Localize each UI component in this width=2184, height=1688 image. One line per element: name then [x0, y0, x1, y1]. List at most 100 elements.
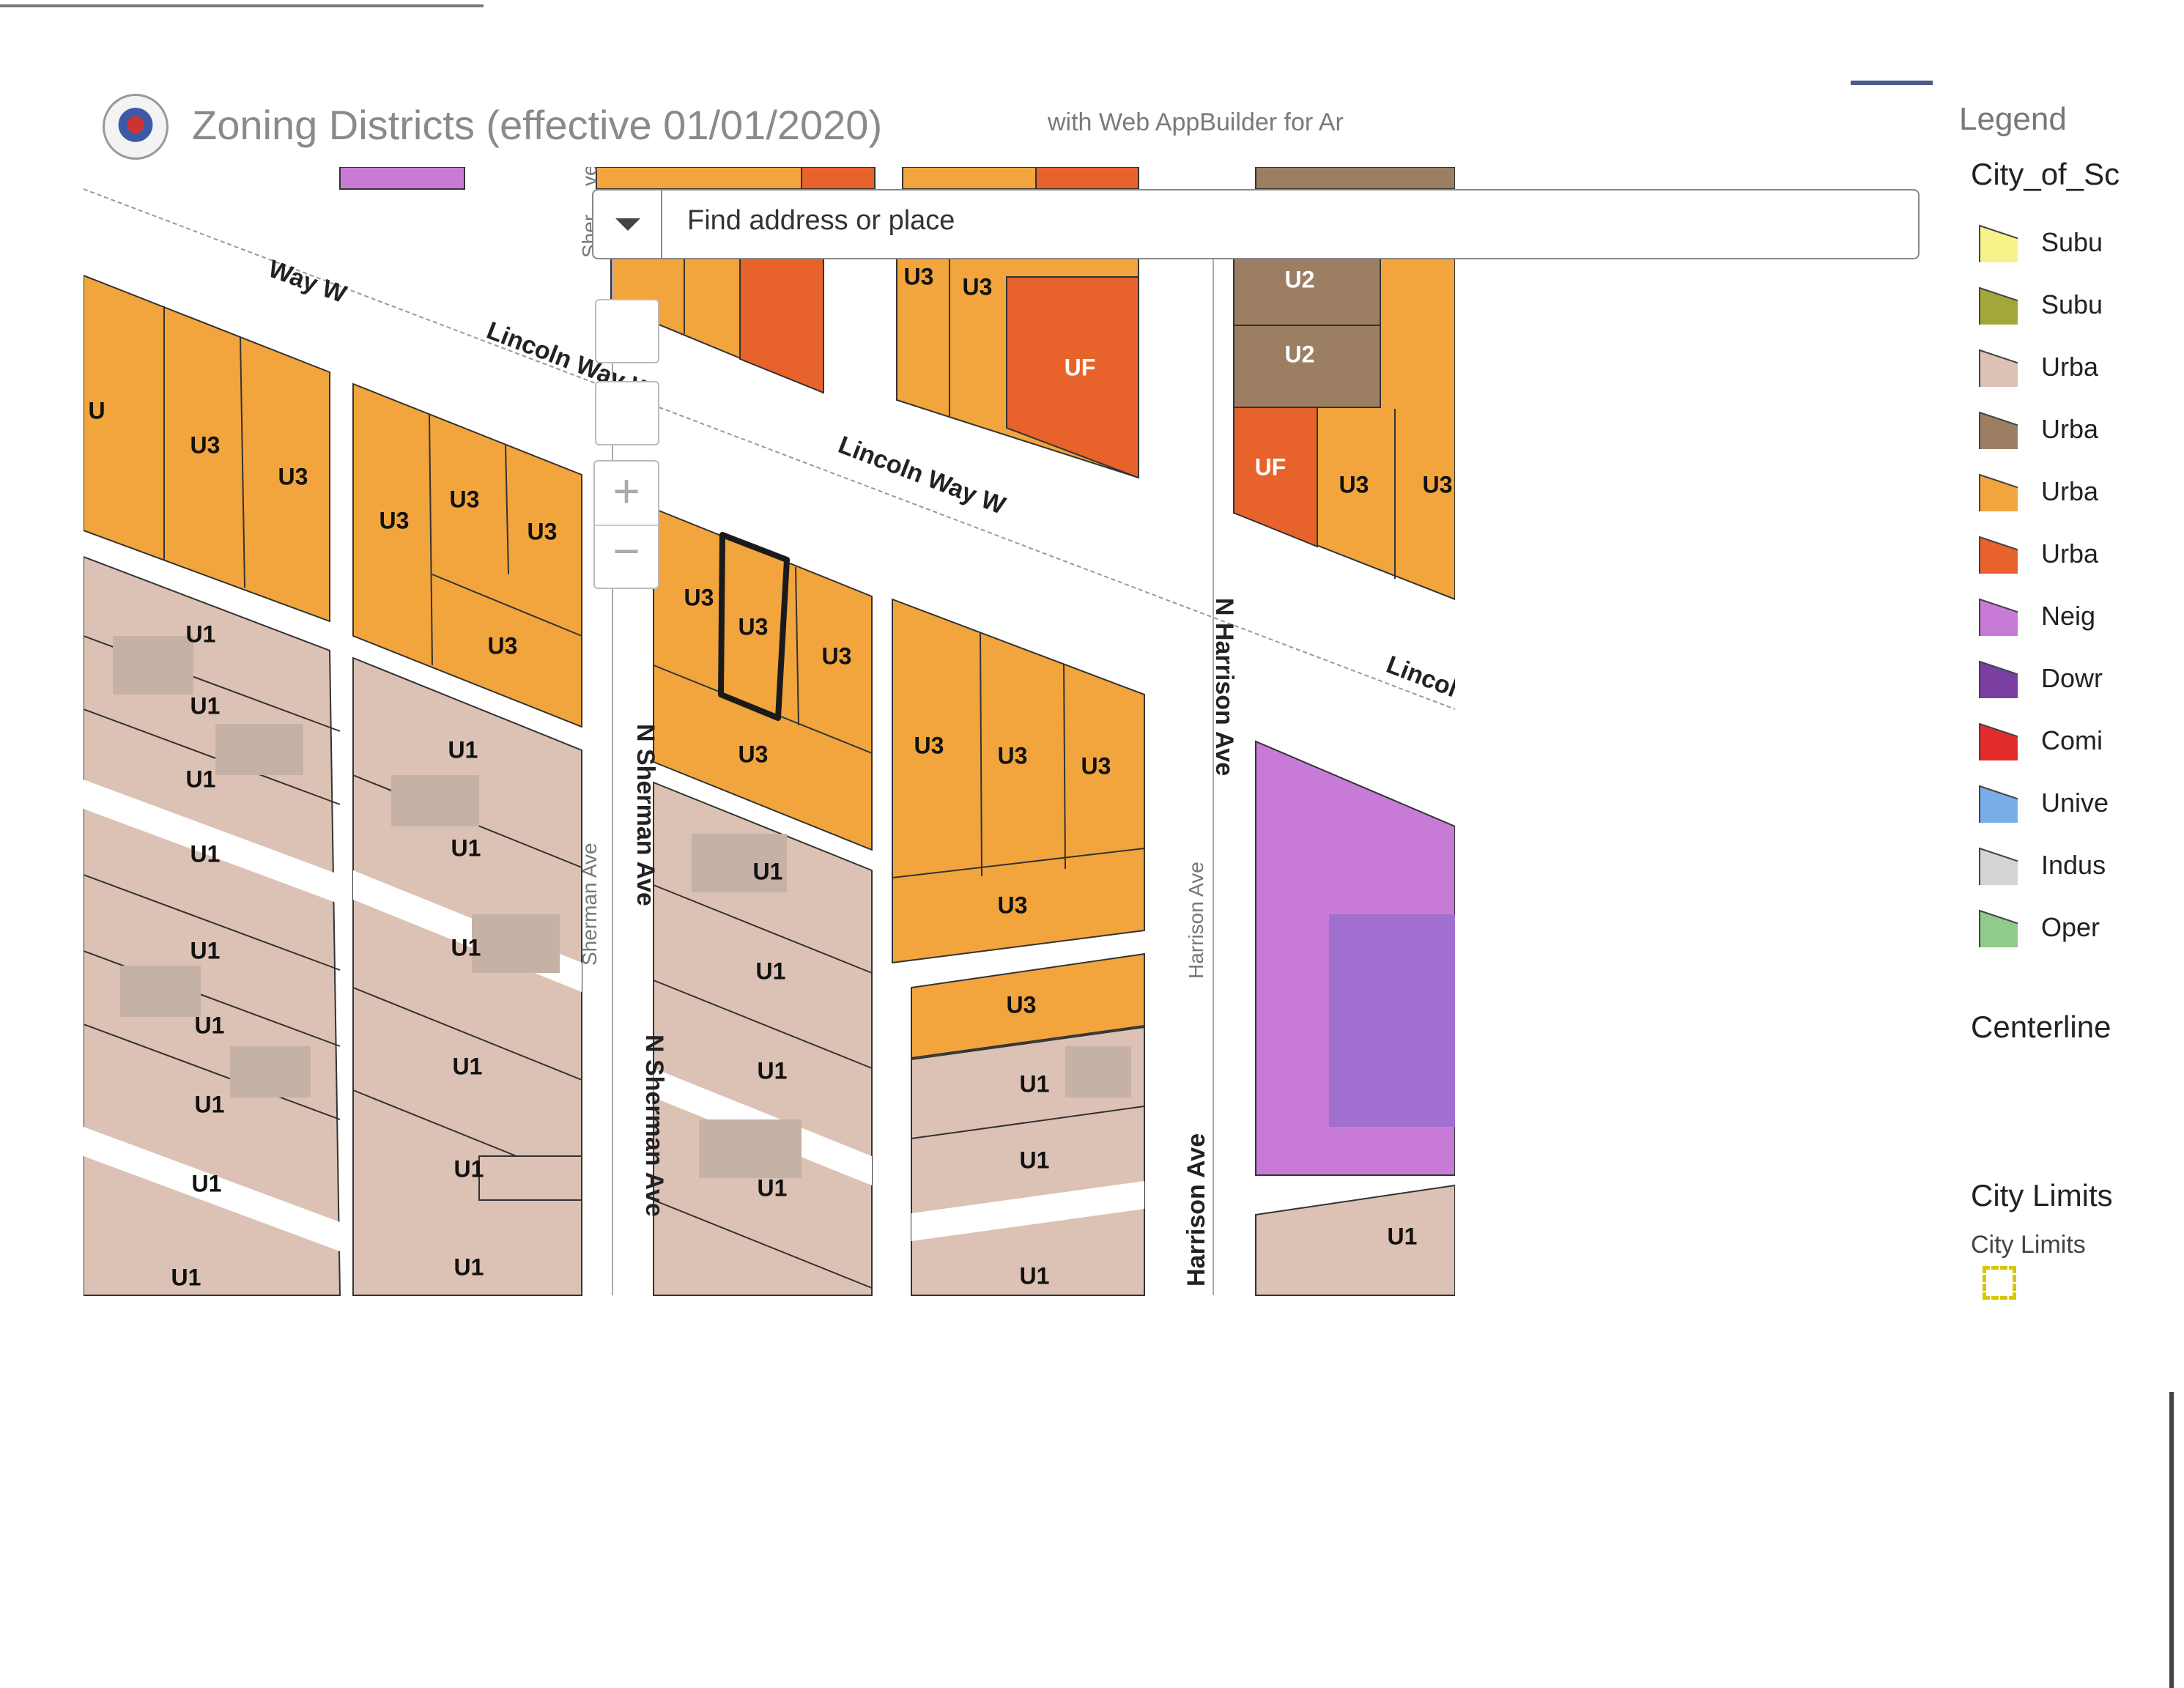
zone-label: U3 — [278, 463, 308, 489]
zone-label: U1 — [1020, 1147, 1050, 1173]
legend-item-label: Urba — [2041, 476, 2099, 506]
legend-item: Subu — [1978, 217, 2169, 268]
zone-label: U3 — [914, 732, 944, 758]
zone-label: U1 — [453, 1053, 483, 1079]
street-label-n-harrison: N Harrison Ave — [1210, 598, 1238, 776]
active-tab-indicator — [1851, 81, 1933, 85]
zone-label: U1 — [451, 934, 481, 960]
legend-swatch — [1979, 224, 2018, 262]
search-widget: Find address or place — [592, 189, 1920, 259]
zone-label: U3 — [739, 613, 769, 640]
legend-item: Dowr — [1978, 653, 2169, 704]
zone-label: U1 — [1388, 1223, 1418, 1249]
search-source-dropdown[interactable] — [593, 190, 662, 258]
my-location-button[interactable] — [595, 381, 659, 445]
legend-item: Indus — [1978, 840, 2169, 891]
street-label-n-sherman: N Sherman Ave — [640, 1034, 668, 1217]
zone-label: U1 — [758, 1174, 788, 1201]
legend-city-limits-title: City Limits — [1971, 1178, 2113, 1213]
zone-label: U3 — [450, 486, 480, 512]
legend-item-label: Subu — [2041, 227, 2103, 257]
legend-layer-name: City_of_Sc — [1971, 157, 2120, 191]
legend-item-label: Urba — [2041, 414, 2099, 444]
zone-label: U3 — [684, 584, 714, 610]
zone-label: U1 — [448, 736, 478, 763]
zone-label: U3 — [739, 741, 769, 767]
street-label-harrison-thin: Harrison Ave — [1185, 862, 1207, 979]
legend-city-limits-label: City Limits — [1971, 1231, 2086, 1259]
zone-label: U3 — [998, 892, 1028, 918]
zone-label: U1 — [190, 840, 221, 867]
legend-item-label: Comi — [2041, 725, 2103, 755]
zone-label: U3 — [528, 518, 558, 544]
zone-label: U1 — [756, 958, 786, 984]
search-input[interactable]: Find address or place — [687, 205, 955, 237]
zone-label: U1 — [190, 692, 221, 719]
zone-label: U3 — [380, 507, 410, 533]
zone-label: U1 — [451, 834, 481, 861]
legend-panel: Legend City_of_Sc Subu Subu Urba Urba Urba Ur… — [1934, 81, 2169, 1385]
legend-centerline-title: Centerline — [1971, 1010, 2111, 1044]
zone-label: U1 — [454, 1155, 484, 1182]
legend-item-label: Subu — [2041, 289, 2103, 319]
app-title: Zoning Districts (effective 01/01/2020) — [192, 102, 883, 148]
zone-label: U3 — [488, 632, 518, 659]
legend-swatch — [1979, 660, 2018, 698]
city-seal-logo — [103, 94, 169, 160]
legend-swatch — [1979, 473, 2018, 511]
legend-item-label: Urba — [2041, 538, 2099, 569]
zoom-out-button[interactable]: − — [595, 525, 658, 586]
zone-label: U1 — [190, 937, 221, 963]
scan-edge — [0, 4, 484, 7]
zoning-map[interactable]: U U3 U3 U3 U3 U3 U3 U3 U3 U3 U3 U3 U3 U3… — [84, 167, 1455, 1298]
street-label-n-sherman: N Sherman Ave — [632, 724, 659, 906]
caret-down-icon — [615, 218, 640, 231]
zone-label: U1 — [1020, 1262, 1050, 1289]
zoom-in-button[interactable]: + — [595, 462, 658, 526]
zone-label: U1 — [186, 766, 216, 792]
legend-item: Urba — [1978, 528, 2169, 580]
legend-item-label: Neig — [2041, 601, 2096, 631]
legend-swatch — [1979, 785, 2018, 823]
home-button[interactable] — [595, 299, 659, 363]
legend-swatch — [1979, 411, 2018, 449]
zone-label: U1 — [1020, 1070, 1050, 1097]
legend-item-label: Unive — [2041, 788, 2109, 818]
zone-label: U — [88, 397, 105, 423]
legend-item: Unive — [1978, 777, 2169, 829]
zone-label: U3 — [904, 263, 934, 289]
zoning-map-svg: U U3 U3 U3 U3 U3 U3 U3 U3 U3 U3 U3 U3 U3… — [84, 167, 1455, 1298]
zone-label: U3 — [1081, 752, 1111, 779]
zone-label: U3 — [963, 273, 993, 300]
street-label-harrison: Harrison Ave — [1182, 1133, 1210, 1287]
legend-item: Urba — [1978, 341, 2169, 393]
zone-label: U1 — [186, 621, 216, 647]
legend-swatch — [1979, 286, 2018, 325]
legend-swatch — [1979, 598, 2018, 636]
legend-swatch — [1979, 536, 2018, 574]
zone-label: U3 — [1007, 991, 1037, 1018]
legend-swatch — [1979, 349, 2018, 387]
legend-swatch — [1979, 722, 2018, 760]
zone-label: U1 — [195, 1091, 225, 1117]
legend-item: Urba — [1978, 466, 2169, 517]
legend-item-label: Oper — [2041, 912, 2100, 942]
zone-label: U1 — [195, 1012, 225, 1038]
zone-label: U1 — [758, 1057, 788, 1084]
zone-label: U3 — [822, 643, 852, 669]
legend-item: Oper — [1978, 902, 2169, 953]
legend-item: Comi — [1978, 715, 2169, 766]
legend-item: Urba — [1978, 404, 2169, 455]
zoom-control: + − — [593, 460, 659, 589]
app-subtitle: with Web AppBuilder for Ar — [1048, 108, 1344, 136]
street-label-sherman-thin: Sherman Ave — [578, 843, 601, 966]
scan-edge-right-lower — [2169, 1377, 2174, 1688]
zone-label: U1 — [171, 1264, 201, 1290]
legend-swatch — [1979, 909, 2018, 947]
legend-item-label: Dowr — [2041, 663, 2103, 693]
zone-label: U2 — [1285, 341, 1315, 367]
zone-label: UF — [1065, 354, 1096, 380]
zone-label: U3 — [1423, 471, 1453, 497]
zone-label: UF — [1255, 454, 1287, 480]
app-header: Zoning Districts (effective 01/01/2020) … — [103, 81, 1458, 169]
